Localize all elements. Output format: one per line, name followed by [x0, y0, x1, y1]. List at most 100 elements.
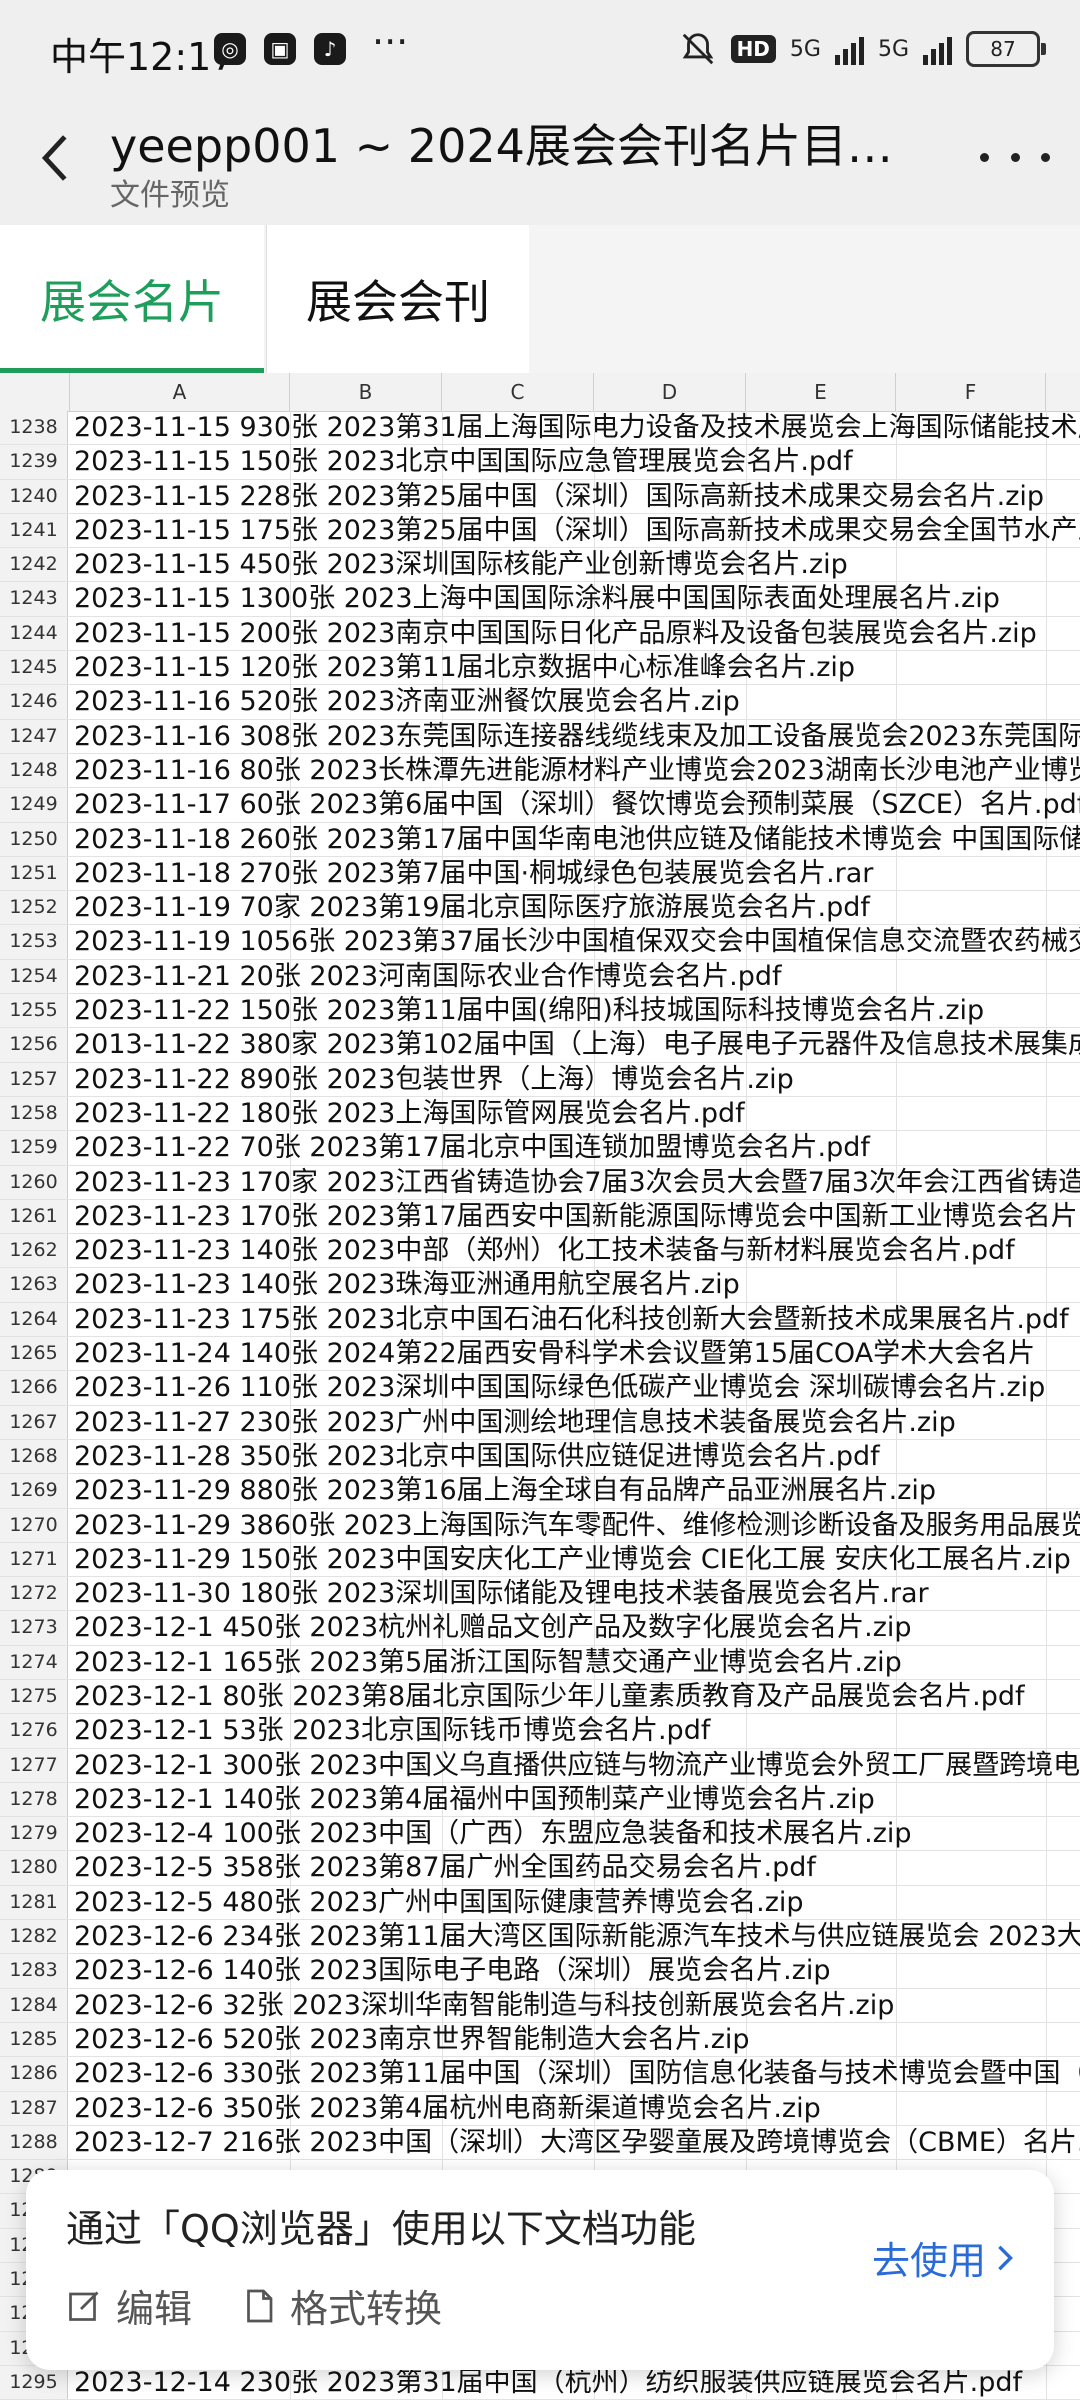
cell-a[interactable]: 2023-11-28 350张 2023北京中国国际供应链促进博览会名片.pdf	[74, 1440, 880, 1473]
table-row[interactable]: 1267 2023-11-27 230张 2023广州中国测绘地理信息技术装备展览…	[0, 1405, 1080, 1440]
row-number[interactable]: 1257	[0, 1062, 68, 1096]
table-row[interactable]: 1255 2023-11-22 150张 2023第11届中国(绵阳)科技城国际科…	[0, 994, 1080, 1029]
table-row[interactable]: 1270 2023-11-29 3860张 2023上海国际汽车零配件、维修检测诊…	[0, 1508, 1080, 1543]
table-row[interactable]: 1280 2023-12-5 358张 2023第87届广州全国药品交易会名片.p…	[0, 1851, 1080, 1886]
cell-a[interactable]: 2023-11-19 1056张 2023第37届长沙中国植保双交会中国植保信息…	[74, 925, 1080, 958]
cell-a[interactable]: 2023-11-24 140张 2024第22届西安骨科学术会议暨第15届COA…	[74, 1337, 1035, 1370]
row-number[interactable]: 1265	[0, 1337, 68, 1371]
cell-a[interactable]: 2023-12-1 300张 2023中国义乌直播供应链与物流产业博览会外贸工厂…	[74, 1749, 1080, 1782]
row-number[interactable]: 1287	[0, 2091, 68, 2125]
row-number[interactable]: 1246	[0, 685, 68, 719]
table-row[interactable]: 1246 2023-11-16 520张 2023济南亚洲餐饮展览会名片.zip	[0, 685, 1080, 720]
table-row[interactable]: 1248 2023-11-16 80张 2023长株潭先进能源材料产业博览会202…	[0, 753, 1080, 789]
table-row[interactable]: 1240 2023-11-15 228张 2023第25届中国（深圳）国际高新技术…	[0, 479, 1080, 514]
row-number[interactable]: 1276	[0, 1714, 68, 1748]
cell-a[interactable]: 2023-11-29 150张 2023中国安庆化工产业博览会 CIE化工展 安…	[74, 1543, 1071, 1576]
table-row[interactable]: 1254 2023-11-21 20张 2023河南国际农业合作博览会名片.pdf	[0, 959, 1080, 995]
row-number[interactable]: 1280	[0, 1851, 68, 1885]
table-row[interactable]: 1277 2023-12-1 300张 2023中国义乌直播供应链与物流产业博览会…	[0, 1748, 1080, 1783]
row-number[interactable]: 1253	[0, 925, 68, 959]
cell-a[interactable]: 2023-12-14 230张 2023第31届中国（杭州）纺织服装供应链展览会…	[74, 2366, 1022, 2399]
row-number[interactable]: 1251	[0, 856, 68, 891]
row-number[interactable]: 1240	[0, 479, 68, 513]
table-row[interactable]: 1278 2023-12-1 140张 2023第4届福州中国预制菜产业博览会名片…	[0, 1782, 1080, 1818]
cell-a[interactable]: 2023-11-22 890张 2023包装世界（上海）博览会名片.zip	[74, 1063, 794, 1096]
cell-a[interactable]: 2023-12-6 330张 2023第11届中国（深圳）国防信息化装备与技术博…	[74, 2057, 1080, 2090]
table-row[interactable]: 1252 2023-11-19 70家 2023第19届北京国际医疗旅游展览会名片…	[0, 891, 1080, 926]
table-row[interactable]: 1241 2023-11-15 175张 2023第25届中国（深圳）国际高新技术…	[0, 513, 1080, 549]
row-number[interactable]: 1248	[0, 753, 68, 788]
row-number[interactable]: 1260	[0, 1165, 68, 1199]
cell-a[interactable]: 2023-12-6 234张 2023第11届大湾区国际新能源汽车技术与供应链展…	[74, 1920, 1080, 1953]
row-number[interactable]: 1243	[0, 582, 68, 616]
row-number[interactable]: 1273	[0, 1611, 68, 1645]
cell-a[interactable]: 2023-11-16 308张 2023东莞国际连接器线缆线束及加工设备展览会2…	[74, 720, 1080, 753]
row-number[interactable]: 1267	[0, 1405, 68, 1439]
table-row[interactable]: 1242 2023-11-15 450张 2023深圳国际核能产业创新博览会名片.…	[0, 548, 1080, 583]
row-number[interactable]: 1271	[0, 1542, 68, 1577]
table-row[interactable]: 1276 2023-12-1 53张 2023北京国际钱币博览会名片.pdf	[0, 1714, 1080, 1749]
edit-button[interactable]: 编辑	[66, 2278, 192, 2333]
row-number[interactable]: 1275	[0, 1679, 68, 1714]
cell-a[interactable]: 2023-11-23 140张 2023珠海亚洲通用航空展名片.zip	[74, 1268, 740, 1301]
row-number[interactable]: 1285	[0, 2022, 68, 2057]
cell-a[interactable]: 2023-11-22 70张 2023第17届北京中国连锁加盟博览会名片.pdf	[74, 1131, 870, 1164]
row-number[interactable]: 1272	[0, 1577, 68, 1611]
row-number[interactable]: 1262	[0, 1234, 68, 1268]
cell-a[interactable]: 2023-11-15 1300张 2023上海中国国际涂料展中国国际表面处理展名…	[74, 582, 1000, 615]
tab-exhibition-cards[interactable]: 展会名片	[0, 225, 264, 373]
cell-a[interactable]: 2023-11-15 200张 2023南京中国国际日化产品原料及设备包装展览会…	[74, 617, 1037, 650]
table-row[interactable]: 1258 2023-11-22 180张 2023上海国际管网展览会名片.pdf	[0, 1096, 1080, 1132]
table-row[interactable]: 1271 2023-11-29 150张 2023中国安庆化工产业博览会 CIE化…	[0, 1542, 1080, 1578]
row-number[interactable]: 1284	[0, 1988, 68, 2022]
row-number[interactable]: 1252	[0, 891, 68, 925]
table-row[interactable]: 1281 2023-12-5 480张 2023广州中国国际健康营养博览会名.zi…	[0, 1885, 1080, 1921]
row-number[interactable]: 1256	[0, 1028, 68, 1062]
row-number[interactable]: 1245	[0, 651, 68, 685]
table-row[interactable]: 1275 2023-12-1 80张 2023第8届北京国际少年儿童素质教育及产品…	[0, 1679, 1080, 1715]
row-number[interactable]: 1259	[0, 1131, 68, 1165]
cell-a[interactable]: 2023-12-1 165张 2023第5届浙江国际智慧交通产业博览会名片.zi…	[74, 1646, 902, 1679]
cell-a[interactable]: 2023-11-15 450张 2023深圳国际核能产业创新博览会名片.zip	[74, 548, 848, 581]
table-row[interactable]: 1253 2023-11-19 1056张 2023第37届长沙中国植保双交会中国…	[0, 925, 1080, 960]
table-row[interactable]: 1264 2023-11-23 175张 2023北京中国石油石化科技创新大会暨新…	[0, 1302, 1080, 1338]
column-header[interactable]: D	[594, 373, 746, 411]
row-number[interactable]: 1238	[0, 411, 68, 445]
table-row[interactable]: 1269 2023-11-29 880张 2023第16届上海全球自有品牌产品亚洲…	[0, 1474, 1080, 1509]
cell-a[interactable]: 2023-11-30 180张 2023深圳国际储能及锂电技术装备展览会名片.r…	[74, 1577, 929, 1610]
table-row[interactable]: 1259 2023-11-22 70张 2023第17届北京中国连锁加盟博览会名片…	[0, 1131, 1080, 1166]
table-row[interactable]: 1295 2023-12-14 230张 2023第31届中国（杭州）纺织服装供应…	[0, 2365, 1080, 2400]
table-row[interactable]: 1266 2023-11-26 110张 2023深圳中国国际绿色低碳产业博览会 …	[0, 1371, 1080, 1406]
column-header[interactable]: B	[290, 373, 442, 411]
table-row[interactable]: 1243 2023-11-15 1300张 2023上海中国国际涂料展中国国际表面…	[0, 582, 1080, 617]
table-row[interactable]: 1284 2023-12-6 32张 2023深圳华南智能制造与科技创新展览会名片…	[0, 1988, 1080, 2023]
cell-a[interactable]: 2023-12-6 32张 2023深圳华南智能制造与科技创新展览会名片.zip	[74, 1989, 894, 2022]
cell-a[interactable]: 2023-11-18 270张 2023第7届中国·桐城绿色包装展览会名片.ra…	[74, 857, 873, 890]
cell-a[interactable]: 2023-11-23 170家 2023江西省铸造协会7届3次会员大会暨7届3次…	[74, 1166, 1080, 1199]
cell-a[interactable]: 2023-12-5 480张 2023广州中国国际健康营养博览会名.zip	[74, 1886, 804, 1919]
use-now-button[interactable]: 去使用	[872, 2230, 1014, 2285]
table-row[interactable]: 1250 2023-11-18 260张 2023第17届中国华南电池供应链及储能…	[0, 822, 1080, 857]
cell-a[interactable]: 2023-11-15 150张 2023北京中国国际应急管理展览会名片.pdf	[74, 445, 853, 478]
cell-a[interactable]: 2023-11-22 150张 2023第11届中国(绵阳)科技城国际科技博览会…	[74, 994, 984, 1027]
table-row[interactable]: 1249 2023-11-17 60张 2023第6届中国（深圳）餐饮博览会预制菜…	[0, 788, 1080, 823]
row-number[interactable]: 1278	[0, 1782, 68, 1817]
row-number[interactable]: 1288	[0, 2125, 68, 2160]
cell-a[interactable]: 2023-12-6 140张 2023国际电子电路（深圳）展览会名片.zip	[74, 1954, 831, 1987]
cell-a[interactable]: 2023-12-1 450张 2023杭州礼赠品文创产品及数字化展览会名片.zi…	[74, 1611, 912, 1644]
format-convert-button[interactable]: 格式转换	[242, 2278, 442, 2333]
table-row[interactable]: 1279 2023-12-4 100张 2023中国（广西）东盟应急装备和技术展名…	[0, 1817, 1080, 1852]
cell-a[interactable]: 2023-11-15 930张 2023第31届上海国际电力设备及技术展览会上海…	[74, 411, 1080, 444]
row-number[interactable]: 1282	[0, 1920, 68, 1954]
row-number[interactable]: 1239	[0, 445, 68, 479]
table-row[interactable]: 1247 2023-11-16 308张 2023东莞国际连接器线缆线束及加工设备…	[0, 719, 1080, 754]
cell-a[interactable]: 2023-12-7 216张 2023中国（深圳）大湾区孕婴童展及跨境博览会（C…	[74, 2126, 1080, 2159]
row-number[interactable]: 1277	[0, 1748, 68, 1782]
cell-a[interactable]: 2023-11-15 120张 2023第11届北京数据中心标准峰会名片.zip	[74, 651, 855, 684]
cell-a[interactable]: 2023-11-23 175张 2023北京中国石油石化科技创新大会暨新技术成果…	[74, 1303, 1069, 1336]
cell-a[interactable]: 2023-11-27 230张 2023广州中国测绘地理信息技术装备展览会名片.…	[74, 1406, 956, 1439]
cell-a[interactable]: 2023-11-15 175张 2023第25届中国（深圳）国际高新技术成果交易…	[74, 514, 1080, 547]
row-number[interactable]: 1268	[0, 1439, 68, 1474]
table-row[interactable]: 1273 2023-12-1 450张 2023杭州礼赠品文创产品及数字化展览会名…	[0, 1611, 1080, 1646]
table-row[interactable]: 1244 2023-11-15 200张 2023南京中国国际日化产品原料及设备包…	[0, 616, 1080, 652]
